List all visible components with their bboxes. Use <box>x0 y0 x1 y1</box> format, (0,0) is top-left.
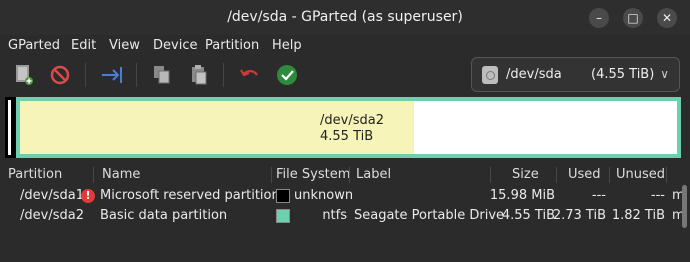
partition-block-sda2[interactable]: /dev/sda2 4.55 TiB <box>16 97 681 158</box>
copy-icon[interactable] <box>150 63 174 87</box>
unallocated-edge <box>8 100 11 155</box>
header-divider <box>349 167 350 183</box>
cell-partition: /dev/sda2 <box>20 208 84 223</box>
header-filesystem[interactable]: File System <box>276 167 350 182</box>
header-divider <box>490 167 491 183</box>
chevron-down-icon: ∨ <box>660 67 669 81</box>
paste-icon[interactable] <box>187 63 211 87</box>
toolbar-separator <box>223 63 224 87</box>
warning-icon[interactable]: ! <box>81 189 95 203</box>
device-name: /dev/sda <box>506 67 562 82</box>
menu-help[interactable]: Help <box>272 38 302 53</box>
cell-filesystem: ntfs <box>322 208 347 223</box>
partition-block-name: /dev/sda2 <box>320 113 384 128</box>
header-used[interactable]: Used <box>568 167 601 182</box>
header-divider <box>666 167 667 183</box>
close-icon[interactable]: ✕ <box>657 8 677 28</box>
disk-map: /dev/sda2 4.55 TiB <box>5 97 681 158</box>
cell-unused: 1.82 TiB <box>611 208 665 223</box>
partition-block-inner: /dev/sda2 4.55 TiB <box>20 101 677 154</box>
header-label[interactable]: Label <box>356 167 391 182</box>
minimize-icon[interactable]: – <box>589 8 609 28</box>
apply-icon[interactable] <box>275 63 299 87</box>
partition-block-size: 4.55 TiB <box>320 129 374 144</box>
header-divider <box>93 167 94 183</box>
menu-bar: GParted Edit View Device Partition Help <box>0 35 690 57</box>
header-partition[interactable]: Partition <box>8 167 62 182</box>
cell-size: 15.98 MiB <box>489 188 555 203</box>
header-name[interactable]: Name <box>102 167 140 182</box>
header-unused[interactable]: Unused <box>616 167 665 182</box>
toolbar-separator <box>85 63 86 87</box>
header-divider <box>609 167 610 183</box>
header-size[interactable]: Size <box>512 167 539 182</box>
resize-move-icon[interactable] <box>100 63 124 87</box>
undo-icon[interactable] <box>238 63 262 87</box>
cell-used: --- <box>591 188 606 203</box>
header-divider <box>271 167 272 183</box>
window-title: /dev/sda - GParted (as superuser) <box>227 9 463 25</box>
cell-label: Seagate Portable Drive <box>354 208 505 223</box>
table-row[interactable]: /dev/sda2 Basic data partition ntfs Seag… <box>0 206 690 226</box>
menu-view[interactable]: View <box>109 38 140 53</box>
table-row[interactable]: /dev/sda1 ! Microsoft reserved partition… <box>0 186 690 206</box>
menu-partition[interactable]: Partition <box>205 38 259 53</box>
title-bar: /dev/sda - GParted (as superuser) – □ ✕ <box>0 0 690 35</box>
filesystem-color-swatch <box>276 189 290 203</box>
new-partition-icon[interactable] <box>12 63 36 87</box>
cell-used: 2.73 TiB <box>552 208 606 223</box>
header-divider <box>556 167 557 183</box>
cell-name: Microsoft reserved partition <box>100 188 280 203</box>
delete-icon[interactable] <box>48 63 72 87</box>
menu-device[interactable]: Device <box>153 38 197 53</box>
maximize-icon[interactable]: □ <box>623 8 643 28</box>
disk-icon <box>482 66 498 84</box>
vertical-scrollbar[interactable] <box>682 185 687 228</box>
cell-partition: /dev/sda1 <box>20 188 84 203</box>
device-selector[interactable]: /dev/sda (4.55 TiB) ∨ <box>471 57 680 92</box>
cell-name: Basic data partition <box>100 208 228 223</box>
toolbar-separator <box>136 63 137 87</box>
partition-block-text: /dev/sda2 4.55 TiB <box>320 113 384 145</box>
cell-unused: --- <box>650 188 665 203</box>
menu-edit[interactable]: Edit <box>71 38 96 53</box>
cell-filesystem: unknown <box>294 188 354 203</box>
partition-table: Partition Name File System Label Size Us… <box>0 163 690 262</box>
menu-gparted[interactable]: GParted <box>8 38 60 53</box>
device-size: (4.55 TiB) <box>591 67 655 82</box>
filesystem-color-swatch <box>276 209 290 223</box>
